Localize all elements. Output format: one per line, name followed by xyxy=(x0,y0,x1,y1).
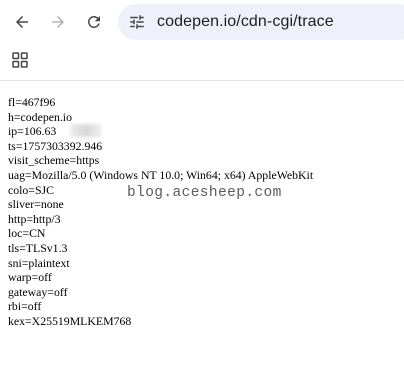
trace-line-fl: fl=467f96 xyxy=(8,95,56,109)
trace-line-tls: tls=TLSv1.3 xyxy=(8,240,68,255)
url-text[interactable]: codepen.io/cdn-cgi/trace xyxy=(157,13,334,31)
reload-icon xyxy=(87,15,100,28)
trace-line-h: h=codepen.io xyxy=(8,109,72,124)
apps-grid-icon[interactable] xyxy=(12,52,28,68)
trace-line-loc: loc=CN xyxy=(8,226,46,241)
bookmarks-bar xyxy=(0,44,404,81)
trace-line-ts: ts=1757303392.946 xyxy=(8,138,103,153)
trace-line-ip: ip=106.63 xyxy=(8,124,57,139)
trace-output: fl=467f96 h=codepen.io ip=106.63 ts=1757303… xyxy=(8,95,313,329)
browser-toolbar: codepen.io/cdn-cgi/trace xyxy=(0,0,404,44)
arrow-right-icon xyxy=(52,16,64,28)
trace-line-kex: kex=X25519MLKEM768 xyxy=(8,313,132,328)
reload-button[interactable] xyxy=(80,8,108,36)
forward-button[interactable] xyxy=(44,8,72,36)
trace-line-visit-scheme: visit_scheme=https xyxy=(8,153,100,168)
tune-icon[interactable] xyxy=(128,13,146,31)
trace-line-warp: warp=off xyxy=(8,270,52,285)
trace-line-rbi: rbi=off xyxy=(8,299,42,314)
arrow-left-icon xyxy=(16,16,28,28)
address-bar[interactable]: codepen.io/cdn-cgi/trace xyxy=(118,4,404,40)
trace-line-uag: uag=Mozilla/5.0 (Windows NT 10.0; Win64;… xyxy=(8,167,314,182)
page-content: fl=467f96 h=codepen.io ip=106.63 ts=1757303… xyxy=(0,81,404,386)
watermark-text: blog.acesheep.com xyxy=(127,185,282,201)
trace-line-gateway: gateway=off xyxy=(8,284,68,299)
trace-line-http: http=http/3 xyxy=(8,211,61,226)
redaction-blur xyxy=(70,124,102,137)
back-button[interactable] xyxy=(8,8,36,36)
trace-line-sni: sni=plaintext xyxy=(8,255,70,270)
